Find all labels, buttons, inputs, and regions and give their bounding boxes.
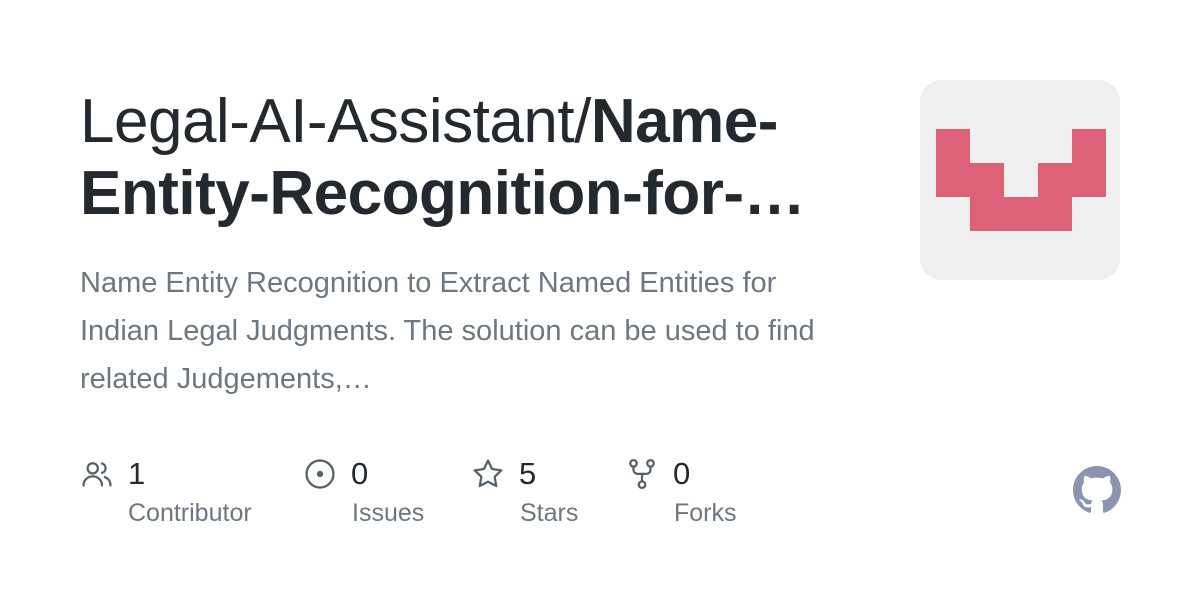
stat-issues[interactable]: 0 Issues bbox=[303, 454, 424, 529]
people-icon bbox=[80, 457, 114, 491]
issues-count: 0 bbox=[351, 456, 369, 491]
github-mark-icon[interactable] bbox=[1073, 466, 1121, 514]
issue-opened-icon bbox=[303, 457, 337, 491]
repo-title: Legal-AI-Assistant/Name- Entity-Recogniti… bbox=[80, 86, 870, 230]
repo-name-part1: Name- bbox=[590, 87, 779, 156]
stat-contributors[interactable]: 1 Contributor bbox=[80, 454, 252, 529]
contributors-label: Contributor bbox=[128, 499, 252, 527]
owner-avatar bbox=[920, 80, 1120, 280]
repo-forked-icon bbox=[625, 457, 659, 491]
forks-label: Forks bbox=[674, 499, 737, 527]
repo-owner: Legal-AI-Assistant/ bbox=[80, 87, 591, 156]
stars-label: Stars bbox=[520, 499, 579, 527]
contributors-count: 1 bbox=[128, 456, 146, 491]
issues-label: Issues bbox=[352, 499, 425, 527]
stat-stars[interactable]: 5 Stars bbox=[471, 454, 578, 529]
identicon-icon bbox=[920, 80, 1120, 280]
repo-description: Name Entity Recognition to Extract Named… bbox=[80, 267, 815, 395]
stat-forks[interactable]: 0 Forks bbox=[625, 454, 737, 529]
forks-count: 0 bbox=[673, 456, 691, 491]
repo-name-part2: Entity-Recognition-for-… bbox=[80, 159, 806, 228]
stars-count: 5 bbox=[519, 456, 537, 491]
star-icon bbox=[471, 457, 505, 491]
